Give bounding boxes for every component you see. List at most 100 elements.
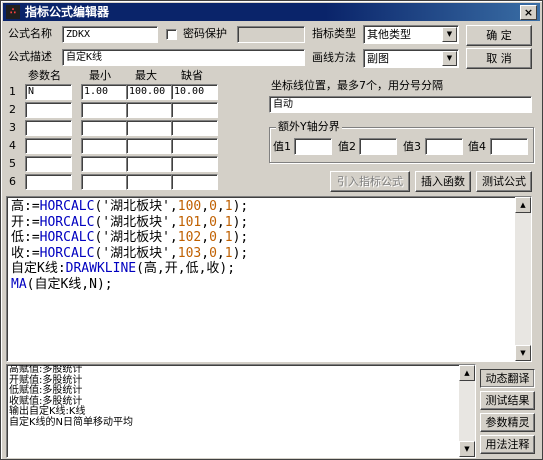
param-default-cell[interactable]: 10.00	[171, 84, 218, 100]
param-default-cell[interactable]	[171, 120, 218, 136]
cancel-button[interactable]: 取 消	[466, 48, 532, 69]
code-token: 0	[209, 230, 217, 245]
output-line: 自定K线的N日简单移动平均	[9, 416, 134, 428]
formula-name-input[interactable]: ZDKX	[62, 26, 158, 43]
param-default-cell[interactable]	[171, 138, 218, 154]
test-formula-button[interactable]: 测试公式	[476, 171, 532, 192]
test-result-button[interactable]: 测试结果	[480, 391, 535, 410]
indicator-type-label: 指标类型	[312, 27, 356, 40]
param-max-cell[interactable]	[126, 102, 173, 118]
code-token: 1	[224, 245, 233, 261]
code-token: 自定K线:	[11, 261, 66, 276]
param-default-cell[interactable]	[171, 156, 218, 172]
param-min-cell[interactable]	[81, 138, 128, 154]
code-token: ,	[201, 214, 210, 230]
code-line: 开:=HORCALC('湖北板块',101,0,1);	[11, 215, 248, 231]
password-protect-checkbox[interactable]	[166, 29, 177, 40]
draw-method-label: 画线方法	[312, 51, 356, 64]
code-token: DRAWKLINE	[65, 261, 137, 276]
code-token: );	[232, 199, 249, 214]
code-token: HORCALC	[39, 230, 95, 245]
code-text[interactable]: 高:=HORCALC('湖北板块',100,0,1); 开:=HORCALC('湖…	[11, 199, 248, 292]
param-min-cell[interactable]: 1.00	[81, 84, 128, 100]
editor-scrollbar[interactable]: ▲ ▼	[515, 197, 531, 361]
chevron-down-icon[interactable]: ▼	[442, 27, 457, 42]
formula-desc-input[interactable]: 自定K线	[62, 49, 305, 66]
y-value3-label: 值3	[403, 140, 421, 153]
code-line: 自定K线:DRAWKLINE(高,开,低,收);	[11, 261, 248, 277]
code-token: (自定K线,N);	[26, 276, 113, 292]
param-name-cell[interactable]	[25, 174, 72, 190]
scroll-down-icon[interactable]: ▼	[459, 441, 475, 457]
code-token: 1	[224, 214, 233, 230]
param-name-cell[interactable]	[25, 120, 72, 136]
param-min-cell[interactable]	[81, 156, 128, 172]
code-token: (高,开,低,收);	[136, 261, 236, 276]
dynamic-translate-button[interactable]: 动态翻译	[480, 369, 535, 388]
output-scrollbar[interactable]: ▲ ▼	[459, 365, 475, 457]
code-token: MA	[11, 276, 27, 292]
param-name-cell[interactable]	[25, 138, 72, 154]
param-name-cell[interactable]	[25, 102, 72, 118]
code-token: ,	[201, 199, 210, 214]
param-max-cell[interactable]	[126, 174, 173, 190]
param-max-cell[interactable]	[126, 138, 173, 154]
code-token: ,	[201, 245, 210, 261]
password-input[interactable]	[237, 26, 305, 43]
code-line: 高:=HORCALC('湖北板块',100,0,1);	[11, 199, 248, 215]
indicator-type-select[interactable]: 其他类型 ▼	[363, 25, 459, 44]
param-row-number: 1	[9, 85, 16, 98]
param-default-cell[interactable]	[171, 102, 218, 118]
window-title: 指标公式编辑器	[25, 5, 110, 19]
code-token: HORCALC	[39, 199, 95, 214]
param-row-number: 4	[9, 139, 16, 152]
y-value1-label: 值1	[273, 140, 291, 153]
param-min-cell[interactable]	[81, 174, 128, 190]
usage-notes-button[interactable]: 用法注释	[480, 435, 535, 454]
y-value1-input[interactable]	[294, 138, 332, 155]
code-token: 开:=	[11, 214, 40, 230]
y-value4-input[interactable]	[490, 138, 528, 155]
param-name-cell[interactable]	[25, 156, 72, 172]
translation-output: 高赋值:多股统计 开赋值:多股统计 低赋值:多股统计 收赋值:多股统计 输出自定K线:K…	[6, 364, 476, 458]
param-max-cell[interactable]: 100.00	[126, 84, 173, 100]
y-value2-input[interactable]	[359, 138, 397, 155]
app-icon: ∴	[6, 5, 20, 19]
code-token: ('湖北板块',	[94, 230, 178, 245]
code-editor[interactable]: 高:=HORCALC('湖北板块',100,0,1); 开:=HORCALC('湖…	[6, 196, 532, 362]
insert-function-button[interactable]: 插入函数	[415, 171, 471, 192]
param-wizard-button[interactable]: 参数精灵	[480, 413, 535, 432]
code-token: 高:=	[11, 199, 40, 214]
param-min-cell[interactable]	[81, 120, 128, 136]
code-token: HORCALC	[39, 214, 95, 230]
code-token: ('湖北板块',	[94, 199, 178, 214]
extra-y-axis-title: 额外Y轴分界	[276, 120, 342, 134]
scroll-down-icon[interactable]: ▼	[515, 345, 531, 361]
code-token: 1	[224, 199, 233, 214]
param-default-cell[interactable]	[171, 174, 218, 190]
param-header-name: 参数名	[28, 69, 61, 82]
code-token: ,	[216, 245, 225, 261]
import-formula-button[interactable]: 引入指标公式	[330, 171, 410, 192]
scroll-up-icon[interactable]: ▲	[515, 197, 531, 213]
code-token: ,	[216, 199, 225, 214]
code-token: 0	[209, 214, 217, 230]
close-button[interactable]: ×	[520, 5, 537, 20]
param-name-cell[interactable]: N	[25, 84, 72, 100]
chevron-down-icon[interactable]: ▼	[442, 51, 457, 66]
code-token: ,	[216, 214, 225, 230]
draw-method-select[interactable]: 副图 ▼	[363, 49, 459, 68]
coord-input[interactable]: 自动	[269, 96, 532, 113]
param-min-cell[interactable]	[81, 102, 128, 118]
title-bar[interactable]: ∴ 指标公式编辑器 ×	[3, 3, 540, 21]
ok-button[interactable]: 确 定	[466, 25, 532, 46]
param-row-number: 5	[9, 157, 16, 170]
scroll-up-icon[interactable]: ▲	[459, 365, 475, 381]
param-max-cell[interactable]	[126, 156, 173, 172]
param-max-cell[interactable]	[126, 120, 173, 136]
param-header-min: 最小	[89, 69, 111, 82]
y-value3-input[interactable]	[425, 138, 463, 155]
code-token: 0	[209, 199, 217, 214]
code-token: 103	[177, 245, 202, 261]
code-token: );	[232, 230, 249, 245]
